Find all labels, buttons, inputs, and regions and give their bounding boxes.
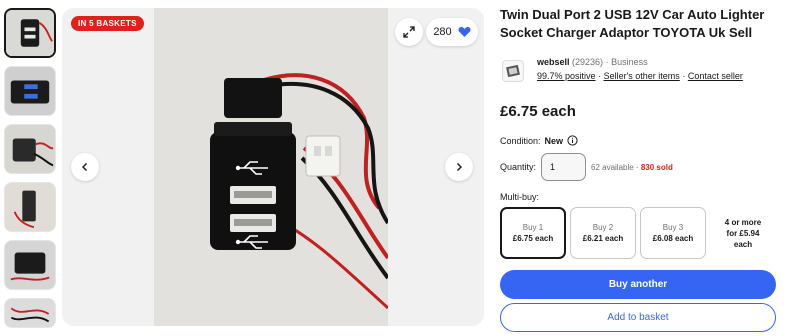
condition-row: Condition: New — [500, 135, 578, 146]
expand-image-button[interactable] — [395, 18, 423, 46]
seller-other-items-link[interactable]: Seller's other items — [604, 71, 680, 81]
multibuy-price: £6.21 each — [582, 234, 624, 243]
seller-type: · Business — [605, 57, 648, 67]
buy-another-button[interactable]: Buy another — [500, 270, 776, 299]
multibuy-price: for £5.94 each — [726, 228, 760, 249]
multibuy-qty: Buy 1 — [522, 223, 544, 232]
thumbnail-3[interactable] — [4, 124, 56, 174]
info-icon[interactable] — [567, 135, 578, 146]
expand-icon — [403, 26, 415, 38]
available-count: 62 available · — [591, 163, 639, 172]
multibuy-qty: Buy 3 — [662, 223, 684, 232]
condition-value: New — [544, 135, 564, 146]
multibuy-qty: 4 or more — [724, 217, 762, 227]
thumbnail-6[interactable] — [4, 298, 56, 328]
main-image-gallery: IN 5 BASKETS 280 — [62, 8, 484, 326]
availability-text: 62 available · 830 sold — [591, 163, 673, 172]
watch-count: 280 — [433, 26, 452, 38]
next-image-button[interactable] — [445, 153, 473, 181]
watch-button[interactable]: 280 — [426, 18, 478, 46]
seller-positive-link[interactable]: 99.7% positive — [537, 71, 596, 81]
sold-count: 830 sold — [640, 163, 673, 172]
multibuy-option-4[interactable]: 4 or more for £5.94 each — [710, 207, 776, 259]
multibuy-option-1[interactable]: Buy 1 £6.75 each — [500, 207, 566, 259]
multibuy-label: Multi-buy: — [500, 192, 540, 202]
previous-image-button[interactable] — [71, 153, 99, 181]
chevron-right-icon — [457, 163, 462, 171]
seller-name[interactable]: websell — [537, 57, 570, 67]
heart-icon — [458, 27, 471, 37]
thumbnail-4[interactable] — [4, 182, 56, 232]
in-baskets-badge: IN 5 BASKETS — [71, 16, 144, 31]
contact-seller-link[interactable]: Contact seller — [688, 71, 743, 81]
seller-logo[interactable] — [502, 60, 524, 82]
multibuy-option-3[interactable]: Buy 3 £6.08 each — [640, 207, 706, 259]
thumbnail-2[interactable] — [4, 66, 56, 116]
add-to-basket-button[interactable]: Add to basket — [500, 303, 776, 332]
seller-summary: websell (29236) · Business — [537, 57, 648, 67]
thumbnail-1[interactable] — [4, 8, 56, 58]
listing-title: Twin Dual Port 2 USB 12V Car Auto Lighte… — [500, 7, 765, 40]
item-price: £6.75 each — [500, 103, 576, 120]
multibuy-option-2[interactable]: Buy 2 £6.21 each — [570, 207, 636, 259]
condition-label: Condition: — [500, 135, 541, 146]
product-photo — [154, 8, 388, 326]
seller-feedback-count: (29236) — [572, 57, 604, 67]
quantity-label: Quantity: — [500, 162, 537, 172]
multibuy-qty: Buy 2 — [592, 223, 614, 232]
chevron-left-icon — [82, 163, 87, 171]
quantity-input[interactable]: 1 — [541, 153, 586, 181]
thumbnail-5[interactable] — [4, 240, 56, 290]
multibuy-price: £6.75 each — [512, 234, 554, 243]
seller-links: 99.7% positive · Seller's other items · … — [537, 71, 743, 81]
multibuy-price: £6.08 each — [652, 234, 694, 243]
